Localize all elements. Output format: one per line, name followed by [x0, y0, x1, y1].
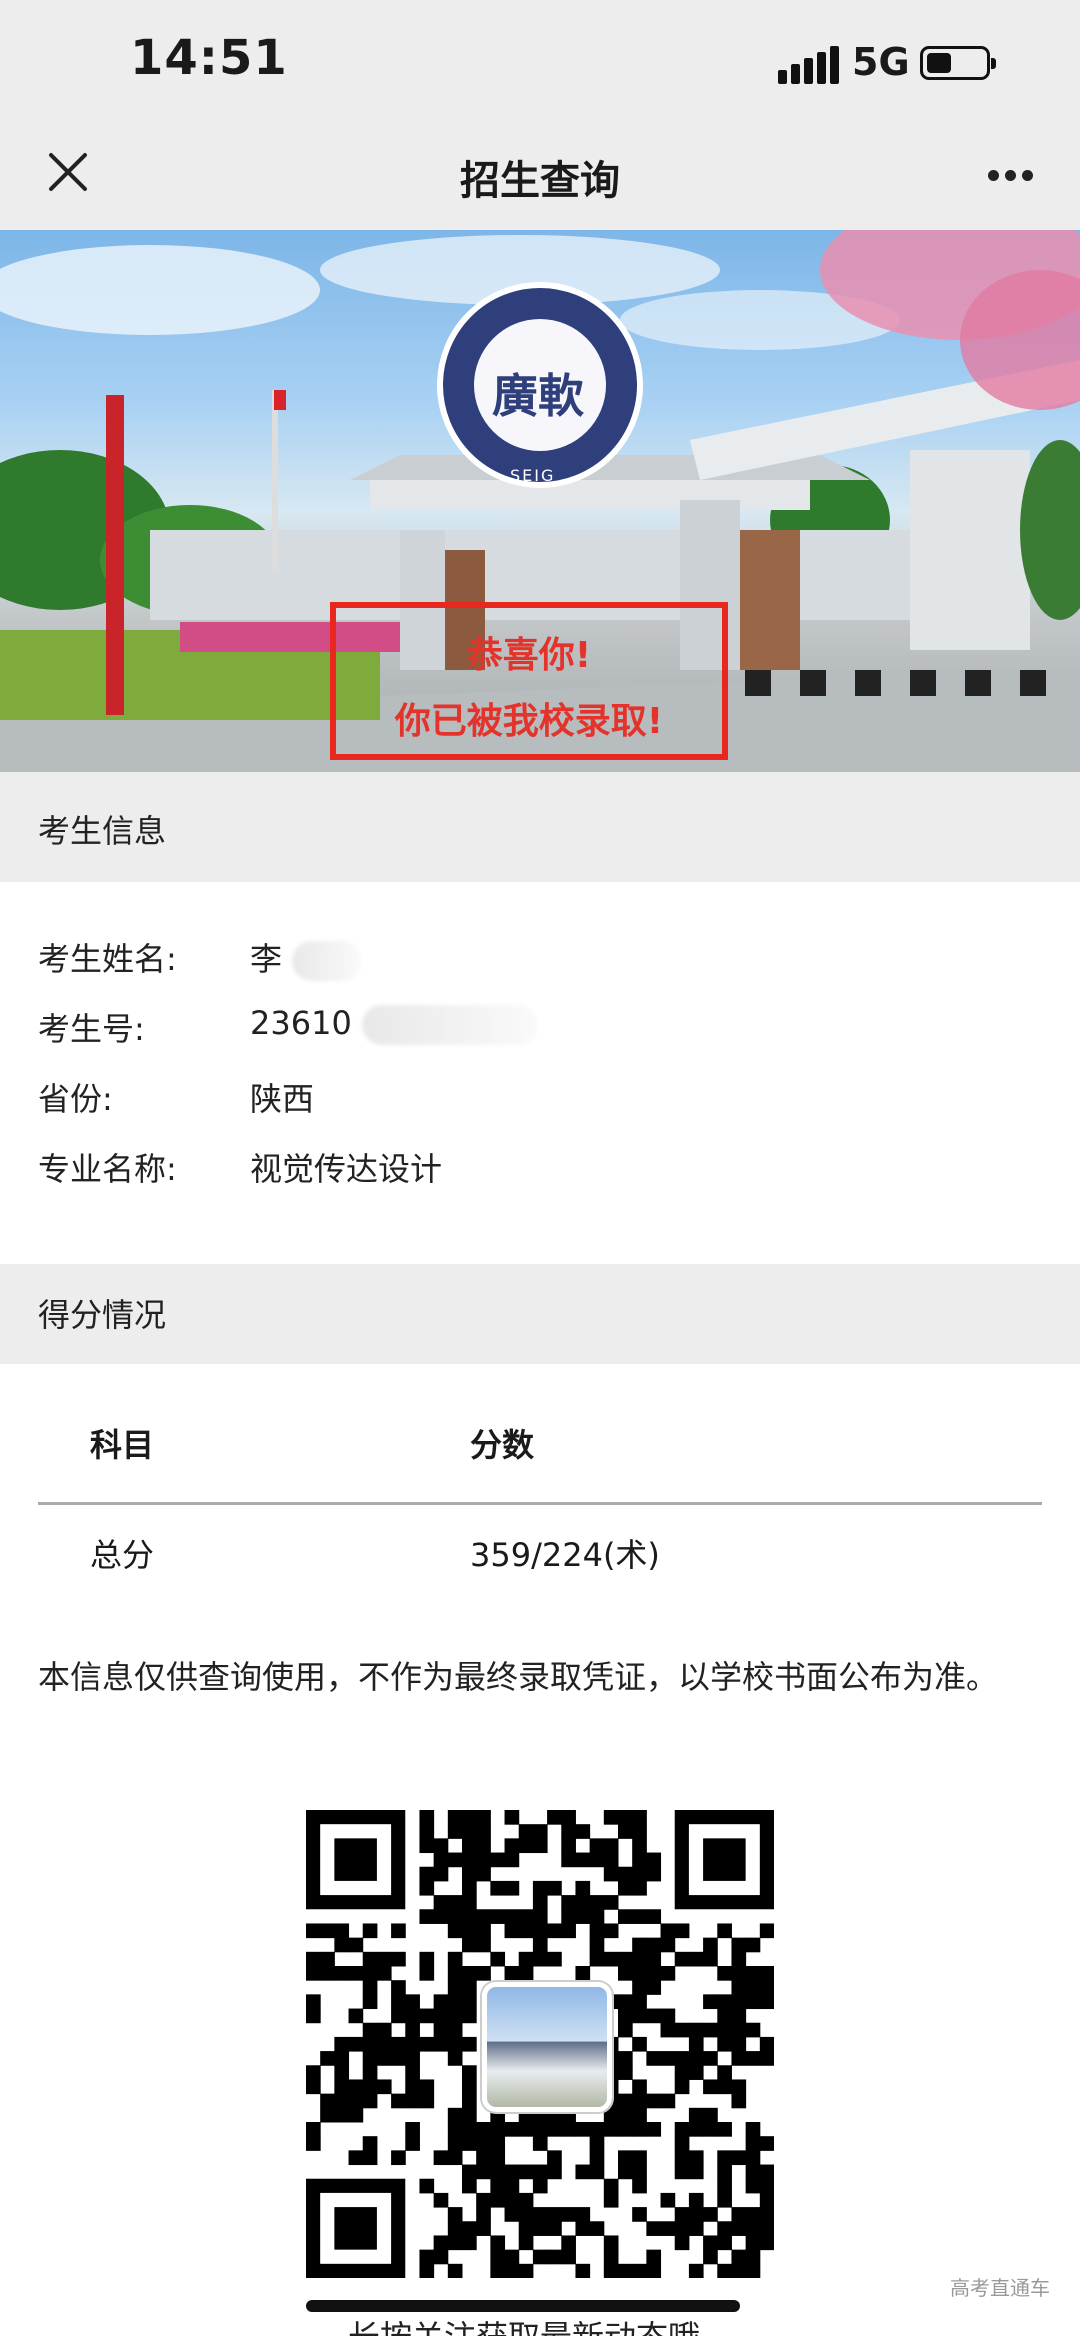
score-section-header: 得分情况 — [0, 1264, 1080, 1364]
disclaimer-note: 本信息仅供查询使用，不作为最终录取凭证，以学校书面公布为准。 — [38, 1658, 999, 1696]
nav-bar: 招生查询 — [0, 130, 1080, 230]
subject-cell: 总分 — [90, 1536, 155, 1574]
qr-center-logo — [482, 1982, 612, 2112]
info-label: 考生号: — [38, 1010, 145, 1048]
info-row-major: 专业名称: 视觉传达设计 — [38, 1144, 1038, 1194]
applicant-section-header: 考生信息 — [0, 772, 1080, 882]
info-row-province: 省份: 陕西 — [38, 1074, 1038, 1124]
exam-id-value: 23610 — [250, 1004, 352, 1042]
score-cell: 359/224(术) — [470, 1536, 660, 1574]
info-label: 专业名称: — [38, 1150, 177, 1188]
table-row: 总分 359/224(术) — [38, 1530, 1042, 1580]
page-title: 招生查询 — [460, 158, 620, 204]
column-header-score: 分数 — [470, 1426, 535, 1464]
admission-highlight-box: 恭喜你! 你已被我校录取! — [330, 602, 728, 760]
redacted-blur — [292, 941, 363, 981]
watermark: 高考直通车 — [950, 2276, 1050, 2300]
battery-icon — [920, 46, 996, 80]
network-type: 5G — [852, 40, 910, 84]
redacted-blur — [361, 1005, 538, 1045]
qr-code[interactable] — [306, 1810, 775, 2279]
column-header-subject: 科目 — [90, 1426, 155, 1464]
name-value: 李 — [250, 940, 283, 978]
signal-icon — [778, 46, 839, 84]
home-indicator — [306, 2300, 740, 2312]
province-value: 陕西 — [250, 1080, 315, 1118]
more-icon[interactable] — [988, 170, 1034, 182]
info-label: 考生姓名: — [38, 940, 177, 978]
info-value: 李 — [250, 934, 363, 981]
seal-logo-text: 廣軟 — [492, 369, 584, 423]
major-value: 视觉传达设计 — [250, 1150, 443, 1188]
seal-ring-text: SEIG — [510, 466, 556, 485]
campus-banner-image: 廣軟 SEIG 恭喜你! 你已被我校录取! — [0, 230, 1080, 772]
info-row-name: 考生姓名: 李 — [38, 934, 1038, 984]
info-label: 省份: — [38, 1080, 113, 1118]
info-value: 23610 — [250, 1004, 538, 1045]
score-table-header: 科目 分数 — [38, 1420, 1042, 1505]
status-time: 14:51 — [130, 30, 288, 86]
qr-caption: 长按关注获取最新动态哦 — [348, 2312, 700, 2336]
info-row-exam-id: 考生号: 23610 — [38, 1004, 1038, 1054]
applicant-section-title: 考生信息 — [38, 812, 167, 850]
admitted-line: 你已被我校录取! — [394, 701, 664, 742]
score-section-title: 得分情况 — [38, 1296, 167, 1334]
congrats-line: 恭喜你! — [466, 635, 592, 676]
status-bar: 14:51 5G — [0, 0, 1080, 130]
